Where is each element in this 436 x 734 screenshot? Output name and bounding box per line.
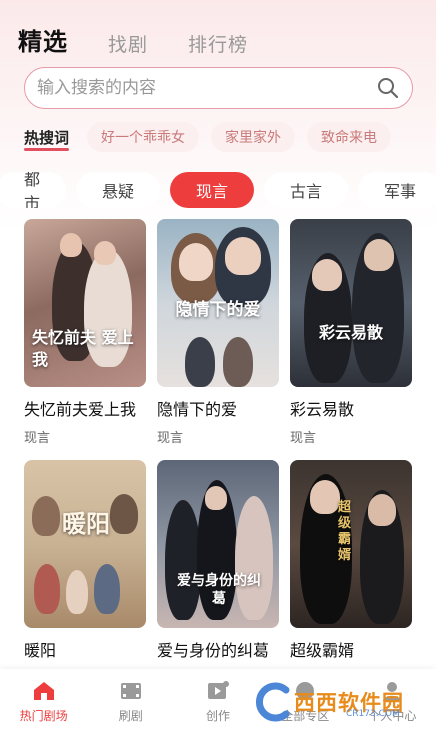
drama-tag: 现言	[157, 431, 184, 446]
home-icon	[31, 679, 57, 703]
search-input[interactable]	[37, 78, 376, 98]
search-icon[interactable]	[376, 76, 400, 100]
drama-title: 爱与身份的纠葛	[157, 641, 270, 660]
tab-label: 精选	[18, 28, 68, 56]
drama-title: 暖阳	[24, 641, 57, 660]
drama-title: 超级霸婿	[290, 641, 355, 660]
search-bar[interactable]	[24, 67, 413, 109]
drama-tag: 现言	[24, 431, 51, 446]
nav-label: 创作	[206, 709, 231, 723]
nav-hot-theater[interactable]: 热门剧场	[0, 669, 87, 734]
drama-poster[interactable]: 暖阳	[24, 460, 146, 628]
drama-poster[interactable]: 超级霸婿	[290, 460, 412, 628]
tab-ranking[interactable]: 排行榜	[188, 30, 248, 57]
category-row: 都市 悬疑 现言 古言 军事	[0, 172, 436, 208]
category-suspense[interactable]: 悬疑	[76, 172, 161, 208]
tab-find-drama[interactable]: 找剧	[108, 30, 148, 57]
poster-title: 爱与身份的纠葛	[177, 573, 261, 607]
hot-search-label: 热搜词	[24, 128, 70, 151]
create-icon	[205, 679, 231, 703]
poster-title: 隐情下的爱	[175, 300, 261, 320]
drama-poster[interactable]: 失忆前夫 爱上我	[24, 219, 146, 387]
drama-card[interactable]: 失忆前夫 爱上我 失忆前夫爱上我 现言	[24, 219, 146, 446]
watermark: 西西软件园 CR173.COM	[250, 679, 436, 725]
drama-card[interactable]: 彩云易散 彩云易散 现言	[290, 219, 412, 446]
poster-title: 超级霸婿	[338, 500, 352, 563]
category-ancient-romance[interactable]: 古言	[264, 172, 349, 208]
nav-label: 刷剧	[118, 709, 143, 723]
category-modern-romance[interactable]: 现言	[170, 172, 255, 208]
watermark-logo-icon	[250, 680, 294, 724]
drama-card[interactable]: 爱与身份的纠葛 爱与身份的纠葛 现言	[157, 460, 279, 687]
nav-label: 热门剧场	[19, 709, 68, 723]
drama-poster[interactable]: 爱与身份的纠葛	[157, 460, 279, 628]
drama-card[interactable]: 超级霸婿 超级霸婿 现言	[290, 460, 412, 687]
hot-search-chip[interactable]: 致命来电	[307, 122, 392, 152]
nav-watch[interactable]: 刷剧	[87, 669, 174, 734]
hot-search-chip[interactable]: 好一个乖乖女	[87, 122, 200, 152]
drama-card[interactable]: 隐情下的爱 隐情下的爱 现言	[157, 219, 279, 446]
poster-title: 暖阳	[62, 509, 110, 538]
drama-title: 彩云易散	[290, 400, 355, 419]
hot-search-chip[interactable]: 家里家外	[211, 122, 296, 152]
drama-title: 失忆前夫爱上我	[24, 400, 137, 419]
category-city[interactable]: 都市	[0, 172, 67, 208]
drama-poster[interactable]: 隐情下的爱	[157, 219, 279, 387]
tab-featured[interactable]: 精选	[18, 22, 70, 61]
drama-title: 隐情下的爱	[157, 400, 238, 419]
poster-title: 彩云易散	[318, 323, 383, 342]
hot-search-row: 热搜词 好一个乖乖女 家里家外 致命来电	[24, 122, 392, 152]
category-military[interactable]: 军事	[358, 172, 436, 208]
drama-tag: 现言	[290, 431, 317, 446]
drama-poster[interactable]: 彩云易散	[290, 219, 412, 387]
watermark-sub: CR173.COM	[346, 709, 400, 719]
drama-card[interactable]: 暖阳 暖阳 现言	[24, 460, 146, 687]
nav-create[interactable]: 创作	[174, 669, 261, 734]
film-icon	[118, 679, 144, 703]
top-tabs: 精选 找剧 排行榜	[18, 22, 248, 61]
poster-title: 失忆前夫 爱上我	[32, 328, 134, 369]
